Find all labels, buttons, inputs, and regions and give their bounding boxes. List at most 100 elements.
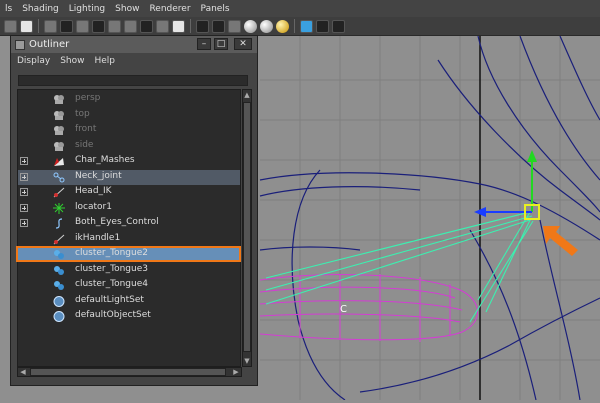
camera-icon [53,110,65,121]
textured-icon[interactable] [260,19,273,33]
outliner-item[interactable]: Both_Eyes_Control [18,216,240,231]
outliner-list[interactable]: persp top front side Char_Mashes Neck_joint He… [16,89,241,367]
outliner-item[interactable]: front [18,123,240,138]
outliner-item-label: front [75,124,97,134]
menu-renderer[interactable]: Renderer [149,4,190,14]
minimize-button[interactable]: – [197,38,211,50]
menu-show[interactable]: Show [60,56,84,66]
film-gate-icon[interactable] [92,19,105,33]
outliner-item[interactable]: top [18,108,240,123]
outliner-item-label: Both_Eyes_Control [75,217,159,227]
expand-icon[interactable] [20,172,28,181]
gate-mask-icon[interactable] [124,19,137,33]
cluster-icon [53,280,65,291]
outliner-item-label: cluster_Tongue3 [75,263,148,274]
outliner-filter-field[interactable] [18,75,248,86]
menu-help[interactable]: Help [94,56,115,66]
outliner-item[interactable]: persp [18,92,240,107]
safe-action-icon[interactable] [156,19,169,33]
outliner-item-label: Head_IK [75,186,112,196]
outliner-item[interactable]: cluster_Tongue3 [18,263,240,278]
selection-highlight-box [16,246,241,262]
toolbar-separator [38,19,39,33]
set-icon [53,295,65,307]
outliner-title: Outliner [29,39,70,50]
menu-panels[interactable]: Panels [201,4,230,14]
outliner-item[interactable]: locator1 [18,201,240,216]
expand-icon[interactable] [20,203,28,212]
menu-shading[interactable]: Shading [22,4,59,14]
joint-icon [53,172,65,183]
set-icon [53,311,65,322]
camera-icon[interactable] [4,19,17,33]
outliner-item[interactable]: cluster_Tongue4 [18,278,240,293]
vertical-scroll-thumb[interactable] [243,102,251,352]
camera-icon [53,94,65,105]
mesh-icon [53,156,65,167]
maximize-icon: □ [216,39,226,49]
outliner-item-label: side [75,139,94,150]
minimize-icon: – [201,39,207,49]
outliner-menu-bar: Display Show Help [11,53,257,69]
expand-icon[interactable] [20,188,28,196]
menu-display[interactable]: Display [17,56,50,66]
field-chart-icon[interactable] [140,19,153,33]
isolate-select-icon[interactable] [300,19,313,33]
outliner-item[interactable]: Char_Mashes [18,154,240,169]
scroll-left-arrow-icon[interactable]: ◀ [19,368,27,376]
grid-icon[interactable] [76,19,89,33]
toolbar-separator [190,19,191,33]
close-icon: ✕ [239,39,247,49]
outliner-item-label: top [75,108,90,119]
outliner-item[interactable]: defaultLightSet [18,294,240,309]
outliner-item-label: cluster_Tongue4 [75,279,148,289]
curve-icon [53,218,65,229]
safe-title-icon[interactable] [172,19,185,33]
bookmark-icon[interactable] [20,19,33,33]
scroll-up-arrow-icon[interactable]: ▲ [243,91,251,99]
outliner-item[interactable]: side [18,139,240,154]
xray-joints-icon[interactable] [316,19,329,33]
default-material-icon[interactable] [228,19,241,33]
menu-lighting[interactable]: Lighting [69,4,105,14]
ik-handle-icon [53,234,65,245]
use-lights-icon[interactable] [276,19,289,33]
outliner-item[interactable]: Head_IK [18,185,240,200]
horizontal-scroll-thumb[interactable] [30,368,226,376]
outliner-item-label: Char_Mashes [75,155,135,165]
camera-icon [53,141,65,152]
close-button[interactable]: ✕ [234,38,252,50]
expand-icon[interactable] [20,157,28,165]
expand-icon[interactable] [20,219,28,227]
menu-ls[interactable]: ls [5,4,12,14]
outliner-window[interactable]: Outliner – □ ✕ Display Show Help persp to… [10,35,258,386]
image-plane-icon[interactable] [44,19,57,33]
cluster-icon [53,265,65,276]
cluster-handle-label[interactable]: C [340,304,347,315]
outliner-item[interactable]: defaultObjectSet [18,309,240,324]
2d-pan-icon[interactable] [60,19,73,33]
outliner-item-label: Neck_joint [75,170,122,181]
vertical-scrollbar[interactable]: ▲ ▼ [242,89,252,367]
outliner-item[interactable]: Neck_joint [18,169,240,185]
locator-icon [53,202,65,214]
outliner-item-label: persp [75,93,101,103]
maximize-button[interactable]: □ [214,38,228,50]
outliner-title-bar[interactable]: Outliner – □ ✕ [11,36,257,53]
horizontal-scrollbar[interactable]: ◀ ▶ [17,367,242,377]
outliner-item-label: defaultObjectSet [75,310,151,320]
xray-icon[interactable] [244,19,257,33]
outliner-item-label: ikHandle1 [75,232,121,243]
ik-handle-icon [53,187,65,198]
camera-icon [53,125,65,136]
outliner-item[interactable]: ikHandle1 [18,232,240,247]
resolution-gate-icon[interactable] [108,19,121,33]
wireframe-icon[interactable] [196,19,209,33]
component-xray-icon[interactable] [332,19,345,33]
smooth-shade-icon[interactable] [212,19,225,33]
scroll-right-arrow-icon[interactable]: ▶ [232,368,240,376]
menu-show[interactable]: Show [115,4,139,14]
scroll-down-arrow-icon[interactable]: ▼ [243,357,251,365]
outliner-item-label: defaultLightSet [75,294,144,305]
panel-menu-bar: ls Shading Lighting Show Renderer Panels [0,0,600,17]
